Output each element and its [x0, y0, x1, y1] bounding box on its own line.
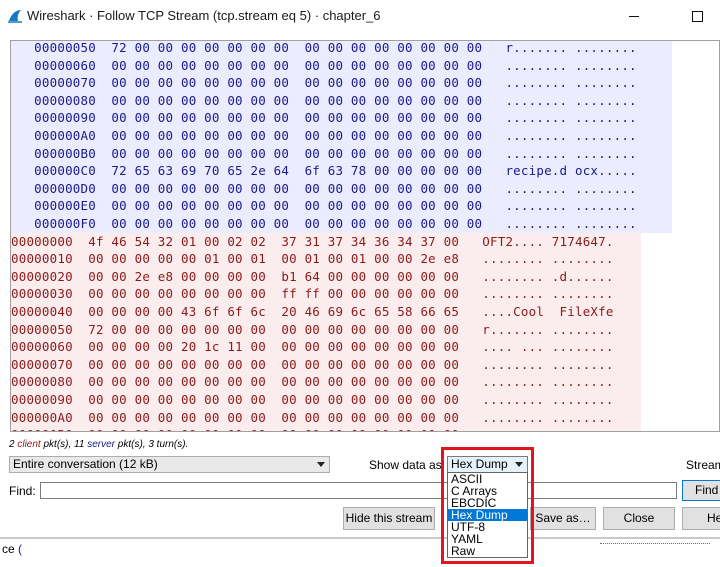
server-hex-line: 00000090 00 00 00 00 00 00 00 00 00 00 0… [11, 109, 672, 127]
server-hex-line: 000000B0 00 00 00 00 00 00 00 00 00 00 0… [11, 144, 672, 163]
client-hex-line: 00000030 00 00 00 00 00 00 00 00 ff ff 0… [11, 285, 641, 303]
stats-tail: pkt(s), 3 turn(s). [115, 439, 189, 450]
server-word: server [87, 439, 115, 450]
client-hex-line: 00000080 00 00 00 00 00 00 00 00 00 00 0… [11, 373, 641, 391]
minimize-icon [629, 15, 639, 17]
maximize-icon [691, 10, 703, 22]
server-hex-line: 00000070 00 00 00 00 00 00 00 00 00 00 0… [11, 74, 672, 92]
client-hex-line: 00000020 00 00 2e e8 00 00 00 00 b1 64 0… [11, 267, 641, 286]
find-label: Find: [9, 484, 36, 498]
minimize-button[interactable] [611, 0, 657, 32]
client-hex-line: 000000B0 00 00 00 00 00 00 00 00 00 00 0… [11, 426, 641, 431]
client-hex-line: 00000060 00 00 00 00 20 1c 11 00 00 00 0… [11, 338, 641, 356]
client-hex-line: 00000090 00 00 00 00 00 00 00 00 00 00 0… [11, 391, 641, 409]
stream-label: Stream [686, 458, 720, 472]
save-as-button[interactable]: Save as… [530, 507, 596, 530]
server-hex-line: 00000080 00 00 00 00 00 00 00 00 00 00 0… [11, 91, 672, 110]
highlight-annotation [441, 447, 534, 564]
client-hex-line: 00000050 72 00 00 00 00 00 00 00 00 00 0… [11, 320, 641, 339]
background-dotted-line [600, 543, 710, 545]
server-hex-line: 000000E0 00 00 00 00 00 00 00 00 00 00 0… [11, 197, 672, 215]
window-title: Wireshark · Follow TCP Stream (tcp.strea… [27, 8, 381, 23]
server-hex-line: 00000050 72 00 00 00 00 00 00 00 00 00 0… [11, 41, 672, 57]
wireshark-fin-icon [8, 10, 22, 23]
client-hex-line: 00000000 4f 46 54 32 01 00 02 02 37 31 3… [11, 232, 641, 251]
server-hex-line: 000000C0 72 65 63 69 70 65 2e 64 6f 63 7… [11, 162, 672, 180]
server-hex-line: 000000D0 00 00 00 00 00 00 00 00 00 00 0… [11, 179, 672, 198]
find-button[interactable]: Find [682, 480, 720, 501]
server-hex-line: 00000060 00 00 00 00 00 00 00 00 00 00 0… [11, 56, 672, 75]
stats-mid: pkt(s), 11 [40, 439, 88, 450]
client-hex-line: 00000040 00 00 00 00 43 6f 6f 6c 20 46 6… [11, 303, 641, 321]
conversation-value: Entire conversation (12 kB) [13, 457, 158, 471]
help-button[interactable]: Help [682, 507, 720, 530]
client-word: client [17, 439, 41, 450]
dialog-bottom-edge [0, 537, 720, 539]
client-packet-count: 2 [9, 439, 15, 450]
chevron-down-icon [317, 462, 325, 467]
stream-content[interactable]: 00000050 72 00 00 00 00 00 00 00 00 00 0… [10, 40, 720, 432]
client-hex-line: 00000010 00 00 00 00 00 01 00 01 00 01 0… [11, 250, 641, 268]
find-input[interactable] [40, 482, 677, 499]
title-bar: Wireshark · Follow TCP Stream (tcp.strea… [0, 0, 720, 32]
stream-stats: 2 client pkt(s), 11 server pkt(s), 3 tur… [9, 439, 188, 450]
server-hex-line: 000000A0 00 00 00 00 00 00 00 00 00 00 0… [11, 127, 672, 145]
background-window-strip: ce ( [0, 537, 720, 567]
conversation-select[interactable]: Entire conversation (12 kB) [9, 456, 330, 473]
close-button[interactable]: Close [603, 507, 675, 530]
hide-stream-button[interactable]: Hide this stream [343, 507, 435, 530]
client-hex-line: 000000A0 00 00 00 00 00 00 00 00 00 00 0… [11, 408, 641, 427]
client-hex-line: 00000070 00 00 00 00 00 00 00 00 00 00 0… [11, 355, 641, 374]
server-hex-line: 000000F0 00 00 00 00 00 00 00 00 00 00 0… [11, 215, 672, 233]
show-data-as-label: Show data as [369, 458, 442, 472]
maximize-button[interactable] [674, 0, 720, 32]
background-text-fragment: ce ( [2, 542, 23, 556]
